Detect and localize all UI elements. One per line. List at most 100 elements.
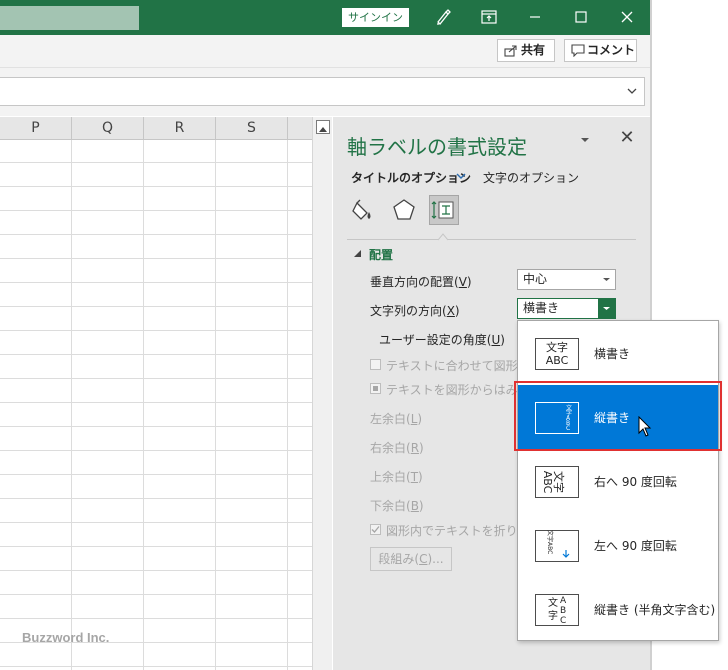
effects-pentagon-icon[interactable] [389,195,419,225]
signin-button[interactable]: サインイン [342,8,409,27]
formula-input[interactable] [0,77,645,106]
pen-icon[interactable] [430,6,456,28]
option-rotate-right[interactable]: 文字 ABC 右へ 90 度回転 [518,449,718,513]
selection-highlight-box [514,381,722,451]
wrap-text-label: 図形内でテキストを折り返す [386,524,517,538]
tab-text-options[interactable]: 文字のオプション [483,169,579,186]
column-header-s[interactable]: S [216,117,288,140]
resize-shape-checkbox[interactable] [370,359,381,370]
title-search-box[interactable] [0,6,139,30]
formula-bar-area [0,68,650,116]
ribbon-row: 共有 コメント [0,35,650,68]
dropdown-arrow-icon [603,278,610,281]
scroll-up-button[interactable] [316,120,330,134]
comment-label: コメント [587,43,636,57]
bottom-margin-label: 下余白(B) [370,499,424,513]
vertical-alignment-value: 中心 [523,272,548,286]
option-horizontal[interactable]: 文字 ABC 横書き [518,321,718,385]
grid-row-line [0,618,312,619]
grid-row-line [0,306,312,307]
option-label: 右へ 90 度回転 [594,475,677,489]
grid-row-line [0,546,312,547]
text-direction-dropdown: 文字 ABC 横書き 文字ABC 縦書き 文字 ABC 右へ 90 度回転 文字… [517,320,719,641]
option-label: 横書き [594,347,631,361]
grid-column-line [287,140,288,670]
grid-row-line [0,162,312,163]
rotate-left-preview-icon: 文字ABC [535,530,579,562]
size-properties-icon[interactable] [429,195,459,225]
dropdown-arrow-icon [598,299,615,318]
grid-column-line [215,140,216,670]
tab-title-options[interactable]: タイトルのオプション [351,169,471,186]
pane-close-icon[interactable]: ✕ [617,128,637,148]
mouse-cursor-icon [638,416,652,437]
grid-row-line [0,426,312,427]
custom-angle-label: ユーザー設定の角度(U) [379,333,505,347]
column-header-q[interactable]: Q [72,117,144,140]
text-direction-value: 横書き [523,301,560,315]
grid-row-line [0,258,312,259]
ribbon-display-icon[interactable] [476,6,502,28]
grid-row-line [0,402,312,403]
triangle-up-icon [319,127,327,132]
active-tab-pointer [438,233,448,241]
left-margin-label: 左余白(L) [370,412,423,426]
grid-row-line [0,594,312,595]
pane-divider [347,239,636,240]
grid-row-line [0,330,312,331]
grid-row-line [0,354,312,355]
comment-button[interactable]: コメント [564,39,637,62]
grid-row-line [0,450,312,451]
option-stacked-halfwidth[interactable]: 文字 ABC 縦書き (半角文字含む) [518,577,718,641]
collapse-triangle-icon[interactable] [354,250,362,258]
top-margin-label: 上余白(T) [370,470,423,484]
column-header-r[interactable]: R [144,117,216,140]
title-bar: サインイン [0,0,650,35]
column-header-p[interactable]: P [0,117,72,140]
grid-row-line [0,234,312,235]
option-label: 縦書き (半角文字含む) [594,603,716,617]
pane-options-icon[interactable] [578,133,592,147]
fill-line-icon[interactable] [349,195,379,225]
grid-row-line [0,210,312,211]
grid-row-line [0,474,312,475]
grid-row-line [0,666,312,667]
overflow-checkbox[interactable] [370,383,381,394]
pane-title: 軸ラベルの書式設定 [347,135,527,159]
watermark: Buzzword Inc. [22,630,110,645]
grid-column-line [71,140,72,670]
vertical-alignment-label: 垂直方向の配置(V) [370,275,472,289]
comment-icon [571,44,585,57]
chevron-down-icon[interactable] [626,85,638,97]
worksheet: P Q R S [0,117,312,670]
vertical-alignment-select[interactable]: 中心 [517,269,616,290]
wrap-text-checkbox[interactable] [370,524,381,535]
grid-row-line [0,378,312,379]
grid-row-line [0,570,312,571]
chevron-down-icon[interactable] [455,171,467,181]
right-margin-label: 右余白(R) [370,441,424,455]
vertical-scrollbar[interactable] [312,117,332,670]
rotate-right-preview-icon: 文字 ABC [535,466,579,498]
option-rotate-left[interactable]: 文字ABC 左へ 90 度回転 [518,513,718,577]
column-headers: P Q R S [0,117,312,140]
overflow-label: テキストを図形からはみ出し [386,383,517,397]
columns-button[interactable]: 段組み(C)... [370,547,452,571]
horizontal-preview-icon: 文字 ABC [535,338,579,370]
cell-grid[interactable] [0,140,312,670]
close-window-icon[interactable] [614,6,640,28]
stacked-halfwidth-preview-icon: 文字 ABC [535,594,579,626]
grid-row-line [0,282,312,283]
share-icon [504,45,517,57]
resize-shape-label: テキストに合わせて図形のサ [386,359,517,373]
grid-row-line [0,522,312,523]
section-alignment-header[interactable]: 配置 [369,246,393,263]
text-direction-label: 文字列の方向(X) [370,304,460,318]
text-direction-select[interactable]: 横書き [517,298,616,319]
maximize-icon[interactable] [568,6,594,28]
grid-row-line [0,498,312,499]
share-label: 共有 [521,43,546,57]
minimize-icon[interactable] [522,6,548,28]
grid-column-line [143,140,144,670]
share-button[interactable]: 共有 [497,39,555,62]
